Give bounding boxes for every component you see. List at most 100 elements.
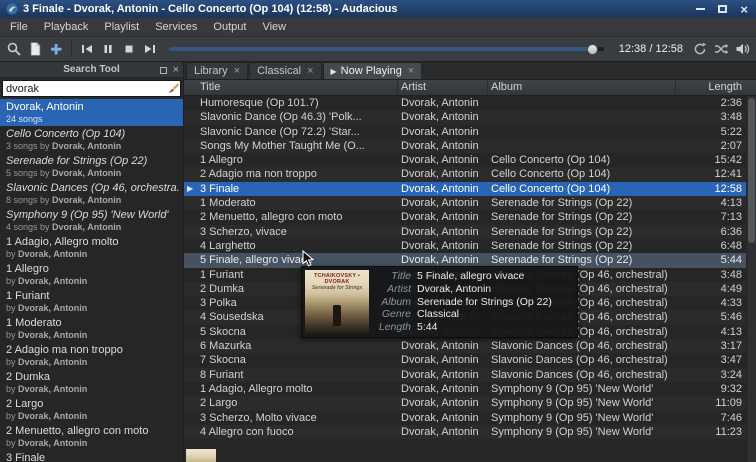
panel-title: Search Tool (63, 64, 120, 75)
cell-length: 7:13 (720, 211, 742, 224)
tooltip-fields: Title 5 Finale, allegro vivace Artist Dv… (369, 270, 574, 334)
playlist-row[interactable]: ▶7 Skocna Dvorak, Antonin Slavonic Dance… (184, 353, 756, 367)
cell-length: 5:46 (720, 311, 742, 324)
search-result-item[interactable]: 2 Dumka by Dvorak, Antonin (0, 369, 183, 396)
menu-item[interactable]: Playlist (96, 18, 147, 37)
clear-search-brush-icon[interactable] (164, 81, 180, 96)
tooltip-field-value: 5:44 (417, 321, 438, 334)
search-result-item[interactable]: 1 Allegro by Dvorak, Antonin (0, 261, 183, 288)
search-result-item[interactable]: 2 Menuetto, allegro con moto by Dvorak, … (0, 423, 183, 450)
cell-length: 5:22 (720, 125, 742, 138)
cell-length: 9:32 (720, 382, 742, 395)
panel-close-icon[interactable]: × (173, 64, 179, 76)
playlist-row[interactable]: ▶Songs My Mother Taught Me (O... Dvorak,… (184, 138, 756, 154)
previous-button[interactable] (77, 39, 97, 59)
search-result-item[interactable]: 1 Furiant by Dvorak, Antonin (0, 288, 183, 315)
shuffle-button[interactable] (711, 39, 731, 59)
playlist-row[interactable]: ▶4 Larghetto Dvorak, Antonin Serenade fo… (184, 239, 756, 253)
pause-button[interactable] (98, 39, 118, 59)
maximize-button[interactable] (718, 5, 728, 13)
result-title: Serenade for Strings (Op 22) (6, 155, 148, 167)
search-result-item[interactable]: Symphony 9 (Op 95) 'New World' 4 songs b… (0, 207, 183, 234)
cell-album: Serenade for Strings (Op 22) (491, 239, 633, 252)
playlist-row[interactable]: ▶1 Adagio, Allegro molto Dvorak, Antonin… (184, 382, 756, 396)
menu-item[interactable]: Output (205, 18, 254, 37)
column-header-album[interactable]: Album (488, 80, 676, 95)
column-header-length[interactable]: Length (676, 80, 756, 95)
playlist-row[interactable]: ▶1 Allegro Dvorak, Antonin Cello Concert… (184, 153, 756, 167)
minimize-button[interactable] (696, 8, 706, 10)
search-result-item[interactable]: 3 Finale by Dvorak, Antonin (0, 450, 183, 462)
playlist-row[interactable]: ▶4 Allegro con fuoco Dvorak, Antonin Sym… (184, 424, 756, 440)
search-button[interactable] (4, 39, 24, 59)
menu-item[interactable]: View (254, 18, 294, 37)
playlist-scrollbar[interactable] (746, 96, 756, 462)
playlist-tab[interactable]: ▶ Now Playing × (322, 62, 423, 79)
seek-slider[interactable] (169, 39, 604, 59)
cell-length: 6:48 (720, 239, 742, 252)
menubar: File Playback Playlist Services Output View (0, 18, 756, 37)
add-icon (51, 44, 62, 55)
playlist-row[interactable]: ▶Slavonic Dance (Op 72.2) 'Star... Dvora… (184, 125, 756, 139)
cell-length: 4:13 (720, 197, 742, 210)
playlist-row[interactable]: ▶2 Adagio ma non troppo Dvorak, Antonin … (184, 167, 756, 182)
playlist-row[interactable]: ▶Slavonic Dance (Op 46.3) 'Polk... Dvora… (184, 110, 756, 125)
playlist-row[interactable]: ▶1 Moderato Dvorak, Antonin Serenade for… (184, 196, 756, 211)
playlist-row[interactable]: ▶3 Scherzo, vivace Dvorak, Antonin Seren… (184, 224, 756, 239)
close-button[interactable]: × (740, 3, 748, 16)
search-tool-panel: Search Tool × Dvorak, Antonin 24 songs (0, 62, 184, 462)
search-result-item[interactable]: 2 Adagio ma non troppo by Dvorak, Antoni… (0, 342, 183, 369)
playlist-row[interactable]: ▶Humoresque (Op 101.7) Dvorak, Antonin 2… (184, 96, 756, 110)
playlist-row[interactable]: ▶8 Furiant Dvorak, Antonin Slavonic Danc… (184, 367, 756, 382)
search-result-item[interactable]: Slavonic Dances (Op 46, orchestra... 8 s… (0, 180, 183, 207)
playlist-row[interactable]: ▶2 Menuetto, allegro con moto Dvorak, An… (184, 210, 756, 224)
volume-button[interactable] (732, 39, 752, 59)
cell-title: ▶1 Allegro (200, 154, 243, 167)
titlebar[interactable]: 3 Finale - Dvorak, Antonin - Cello Conce… (0, 0, 756, 18)
menu-item[interactable]: File (2, 18, 36, 37)
result-subtitle: 3 songs by Dvorak, Antonin (6, 141, 122, 151)
panel-detach-icon[interactable] (159, 66, 167, 74)
next-button[interactable] (140, 39, 160, 59)
menu-item[interactable]: Services (147, 18, 205, 37)
playlist-row[interactable]: ▶6 Mazurka Dvorak, Antonin Slavonic Danc… (184, 339, 756, 354)
search-result-item[interactable]: Dvorak, Antonin 24 songs (0, 99, 183, 126)
scrollbar-thumb[interactable] (748, 98, 755, 243)
search-result-item[interactable]: Cello Concerto (Op 104) 3 songs by Dvora… (0, 126, 183, 153)
add-button[interactable] (46, 39, 66, 59)
playlist-tab[interactable]: ▶ Classical × (249, 62, 322, 79)
cell-title: ▶4 Allegro con fuoco (200, 425, 294, 438)
search-result-item[interactable]: 1 Moderato by Dvorak, Antonin (0, 315, 183, 342)
tooltip-field-value: Classical (417, 308, 460, 321)
playlist-tab[interactable]: ▶ Library × (186, 62, 249, 79)
playlist-row[interactable]: ▶2 Largo Dvorak, Antonin Symphony 9 (Op … (184, 396, 756, 411)
playlist-row[interactable]: ▶ 3 Finale Dvorak, Antonin Cello Concerto… (184, 181, 756, 197)
open-file-button[interactable] (25, 39, 45, 59)
cell-title: ▶3 Scherzo, vivace (200, 225, 287, 238)
search-box (2, 80, 181, 97)
repeat-button[interactable] (690, 39, 710, 59)
search-input[interactable] (3, 81, 164, 96)
result-title: 2 Adagio ma non troppo (6, 344, 123, 356)
cell-length: 12:58 (714, 182, 742, 195)
stop-button[interactable] (119, 39, 139, 59)
column-header-title[interactable]: Title (184, 80, 398, 95)
menu-item[interactable]: Playback (36, 18, 97, 37)
search-result-item[interactable]: 1 Adagio, Allegro molto by Dvorak, Anton… (0, 234, 183, 261)
search-result-item[interactable]: Serenade for Strings (Op 22) 5 songs by … (0, 153, 183, 180)
cell-title: ▶Slavonic Dance (Op 72.2) 'Star... (200, 125, 360, 138)
tab-close-icon[interactable]: × (234, 65, 240, 77)
result-title: 3 Finale (6, 452, 46, 462)
search-result-item[interactable]: 2 Largo by Dvorak, Antonin (0, 396, 183, 423)
cell-artist: Dvorak, Antonin (401, 197, 479, 210)
cell-artist: Dvorak, Antonin (401, 425, 479, 438)
playlist-row[interactable]: ▶3 Scherzo, Molto vivace Dvorak, Antonin… (184, 411, 756, 425)
tab-close-icon[interactable]: × (307, 65, 313, 77)
playlist-area: ▶ Library × ▶ Classical × ▶ Now Playing … (184, 62, 756, 462)
tab-close-icon[interactable]: × (408, 65, 414, 77)
audacious-app-icon (6, 3, 18, 15)
column-header-artist[interactable]: Artist (398, 80, 488, 95)
cell-album: Symphony 9 (Op 95) 'New World' (491, 425, 654, 438)
seek-handle[interactable] (587, 43, 599, 55)
cell-album: Symphony 9 (Op 95) 'New World' (491, 397, 654, 410)
